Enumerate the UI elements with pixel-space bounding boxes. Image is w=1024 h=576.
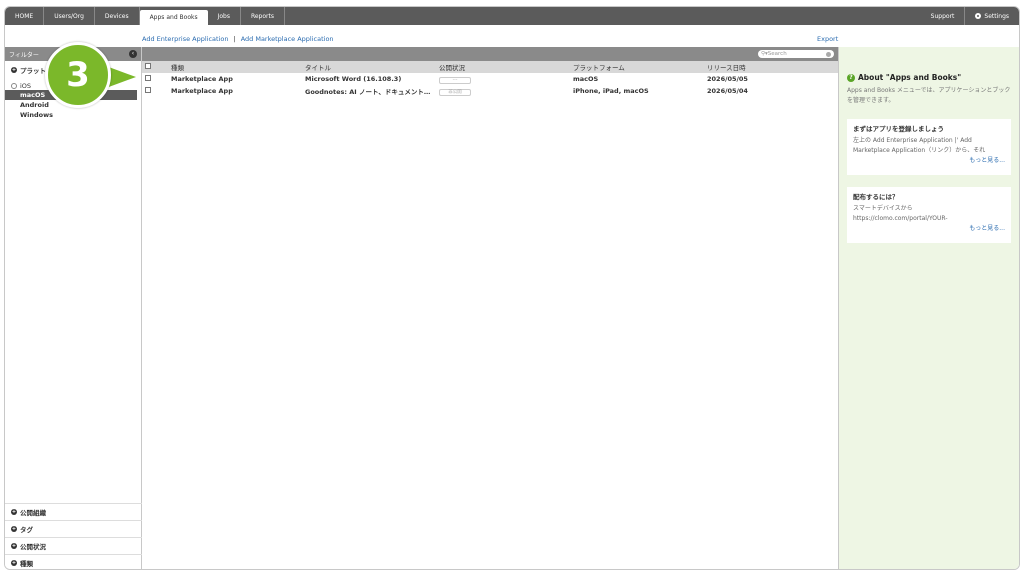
help-card-register-body: 左上の Add Enterprise Application |' Add Ma… [853, 137, 986, 154]
filter-section-status-label: 公開状況 [20, 543, 46, 551]
gear-icon [975, 13, 982, 19]
app-window: HOME Users/Org Devices Apps and Books Jo… [4, 6, 1020, 570]
action-separator: | [233, 35, 236, 43]
row-checkbox-cell [142, 73, 168, 85]
list-toolbar: ⚲▾ Search [142, 47, 838, 61]
filter-bottom-sections: + 公開組織 + タグ + 公開状況 + 種類 [5, 503, 142, 569]
help-description: Apps and Books メニューでは、アプリケーションとブックを管理できま… [847, 87, 1011, 104]
help-card-distribute-title: 配布するには？ [853, 193, 899, 201]
table-row[interactable]: Marketplace App Microsoft Word (16.108.3… [142, 73, 838, 85]
cell-type: Marketplace App [171, 87, 233, 95]
select-all-cell [142, 61, 168, 73]
filter-option-ios-label: iOS [20, 82, 32, 90]
nav-settings-label: Settings [984, 12, 1009, 20]
help-title: ? About "Apps and Books" [839, 47, 1019, 82]
cell-platform: macOS [573, 75, 599, 83]
status-badge: 非公開 [439, 88, 471, 96]
cell-type: Marketplace App [171, 75, 233, 83]
cell-title[interactable]: Goodnotes: AI ノート、ドキュメント… [302, 85, 436, 97]
clear-icon[interactable] [826, 51, 831, 57]
filter-section-type-label: 種類 [20, 560, 33, 568]
cell-release: 2026/05/04 [707, 87, 748, 95]
row-checkbox[interactable] [145, 75, 151, 81]
plus-circle-icon: + [11, 509, 17, 515]
help-card-distribute-more-link[interactable]: もっと見る... [853, 224, 1005, 234]
nav-home[interactable]: HOME [5, 7, 45, 25]
cell-status: 非公開 [436, 85, 570, 97]
cell-release: 2026/05/05 [707, 75, 748, 83]
nav-support[interactable]: Support [921, 7, 966, 25]
help-card-register-more-link[interactable]: もっと見る... [853, 156, 1005, 166]
nav-devices[interactable]: Devices [95, 7, 140, 25]
col-release[interactable]: リリース日時 [704, 61, 838, 73]
top-navigation: HOME Users/Org Devices Apps and Books Jo… [5, 7, 1019, 25]
nav-jobs[interactable]: Jobs [208, 7, 241, 25]
nav-reports[interactable]: Reports [241, 7, 285, 25]
add-enterprise-application-link[interactable]: Add Enterprise Application [142, 35, 228, 43]
filter-section-platform-label: プラット [20, 67, 46, 75]
nav-settings[interactable]: Settings [965, 7, 1019, 25]
row-checkbox-cell [142, 85, 168, 97]
table-header-row: 種類 タイトル 公開状況 プラットフォーム リリース日時 [142, 61, 838, 73]
filter-section-org-label: 公開組織 [20, 509, 46, 517]
nav-apps-and-books[interactable]: Apps and Books [139, 10, 208, 25]
filter-option-windows[interactable]: Windows [5, 110, 141, 120]
select-all-checkbox[interactable] [145, 63, 151, 69]
plus-circle-icon: + [11, 526, 17, 532]
search-placeholder: Search [767, 51, 787, 57]
cell-status: --- [436, 73, 570, 85]
col-type[interactable]: 種類 [168, 61, 302, 73]
status-badge: --- [439, 76, 471, 84]
export-link[interactable]: Export [817, 35, 838, 43]
col-status[interactable]: 公開状況 [436, 61, 570, 73]
table-row[interactable]: Marketplace App Goodnotes: AI ノート、ドキュメント… [142, 85, 838, 97]
plus-circle-icon: + [11, 67, 17, 73]
col-platform[interactable]: プラットフォーム [570, 61, 704, 73]
radio-icon [11, 83, 17, 89]
nav-right-group: Support Settings [921, 7, 1019, 25]
row-checkbox[interactable] [145, 87, 151, 93]
nav-users-org[interactable]: Users/Org [44, 7, 95, 25]
help-panel: ? About "Apps and Books" Apps and Books … [839, 47, 1019, 569]
step-number-badge: 3 [45, 42, 111, 108]
search-input[interactable]: ⚲▾ Search [758, 50, 834, 58]
plus-circle-icon: + [11, 543, 17, 549]
filter-section-tag-label: タグ [20, 526, 33, 534]
col-title[interactable]: タイトル [302, 61, 436, 73]
filter-section-type[interactable]: + 種類 [5, 554, 142, 569]
help-card-distribute-body2: https://clomo.com/portal/YOUR- [853, 215, 948, 222]
cell-title[interactable]: Microsoft Word (16.108.3) [302, 73, 436, 85]
filter-label: フィルター [9, 51, 39, 59]
app-table: 種類 タイトル 公開状況 プラットフォーム リリース日時 Marketplace… [142, 61, 838, 97]
help-card-distribute-body1: スマートデバイスから [853, 205, 913, 212]
action-links: Add Enterprise Application | Add Marketp… [142, 35, 334, 43]
filter-section-org[interactable]: + 公開組織 [5, 503, 142, 520]
plus-circle-icon: + [11, 560, 17, 566]
search-icon: ⚲▾ [761, 51, 768, 57]
chevron-left-icon[interactable]: ‹ [129, 50, 137, 58]
help-title-text: About "Apps and Books" [858, 73, 962, 82]
filter-sidebar: フィルター ‹ + プラット iOS macOS Android Windows… [5, 47, 142, 569]
help-card-register-title: まずはアプリを登録しましょう [853, 125, 944, 133]
filter-section-status[interactable]: + 公開状況 [5, 537, 142, 554]
app-list-panel: ⚲▾ Search 種類 タイトル 公開状況 プラットフォーム リリース日時 M… [142, 47, 839, 569]
help-card-register: まずはアプリを登録しましょう 左上の Add Enterprise Applic… [847, 119, 1011, 175]
help-card-distribute: 配布するには？ スマートデバイスから https://clomo.com/por… [847, 187, 1011, 243]
filter-section-tag[interactable]: + タグ [5, 520, 142, 537]
add-marketplace-application-link[interactable]: Add Marketplace Application [241, 35, 334, 43]
question-icon: ? [847, 73, 855, 82]
cell-platform: iPhone, iPad, macOS [573, 87, 649, 95]
